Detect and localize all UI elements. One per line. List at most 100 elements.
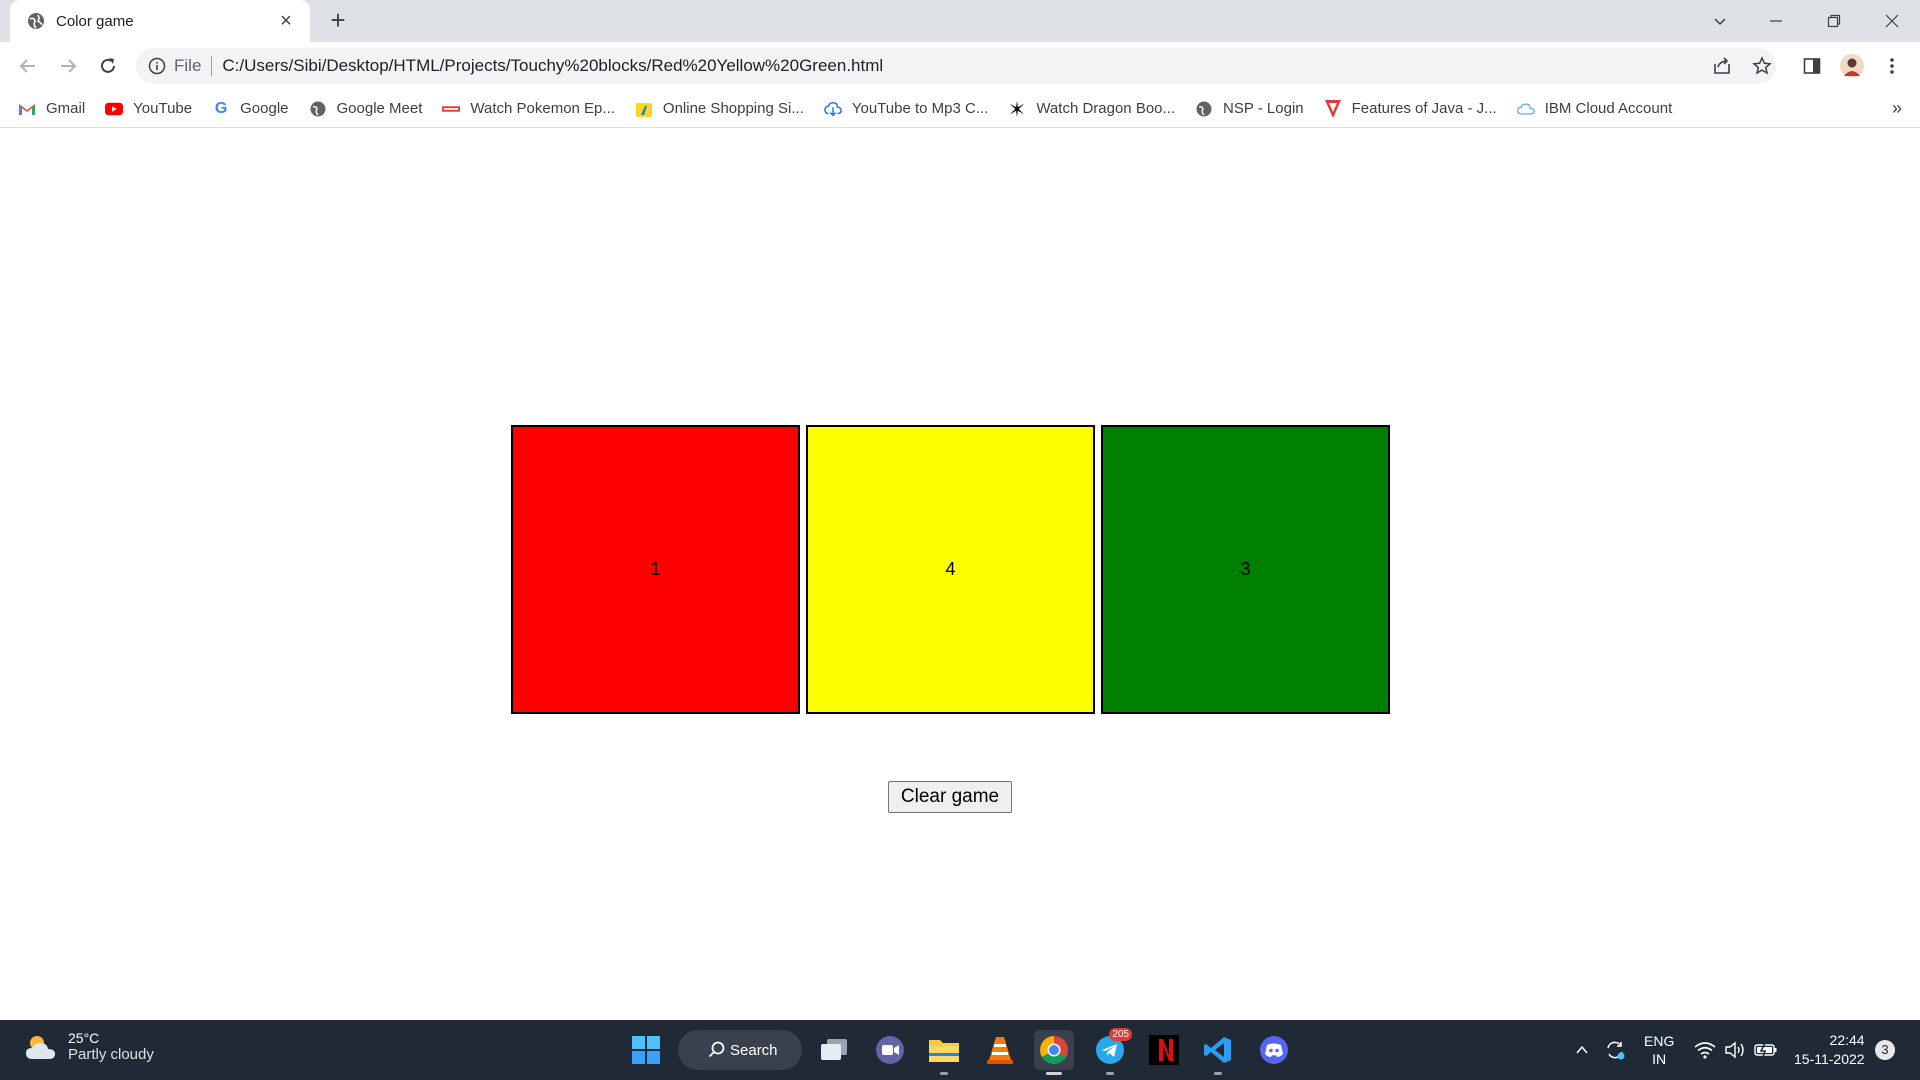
download-icon — [824, 100, 842, 118]
tab-search-button[interactable] — [1692, 0, 1748, 42]
chrome-button[interactable] — [1034, 1030, 1074, 1070]
running-indicator — [1106, 1072, 1114, 1075]
address-url[interactable]: C:/Users/Sibi/Desktop/HTML/Projects/Touc… — [222, 56, 883, 76]
sync-icon — [1607, 1041, 1625, 1060]
side-panel-icon — [1803, 58, 1821, 74]
close-icon — [1885, 14, 1899, 28]
bookmark-features-java[interactable]: Features of Java - J... — [1324, 99, 1497, 118]
network-button[interactable] — [1694, 1020, 1716, 1080]
chrome-icon — [1040, 1036, 1068, 1064]
screen: Color game × + File C:/Users/Sibi/Deskto… — [0, 0, 1920, 1080]
discord-button[interactable] — [1254, 1030, 1294, 1070]
file-explorer-button[interactable] — [924, 1030, 964, 1070]
sync-button[interactable] — [1604, 1020, 1626, 1080]
clock[interactable]: 22:44 15-11-2022 — [1794, 1020, 1865, 1080]
bookmark-label: Features of Java - J... — [1351, 100, 1497, 117]
running-indicator — [1214, 1072, 1222, 1075]
bookmarks-bar: Gmail YouTube G Google Google Meet Watch… — [0, 90, 1920, 128]
notifications-button[interactable]: 3 — [1875, 1020, 1895, 1080]
bookmark-youtube[interactable]: YouTube — [105, 100, 192, 118]
partly-cloudy-icon — [26, 1035, 55, 1059]
discord-icon — [1260, 1036, 1288, 1064]
browser-toolbar: File C:/Users/Sibi/Desktop/HTML/Projects… — [0, 42, 1920, 90]
netflix-button[interactable] — [1144, 1030, 1184, 1070]
green-block[interactable]: 3 — [1101, 425, 1390, 714]
vlc-button[interactable] — [980, 1030, 1020, 1070]
bookmark-nsp-login[interactable]: NSP - Login — [1195, 100, 1304, 118]
vscode-icon — [1204, 1037, 1231, 1063]
bookmark-label: Google — [240, 100, 289, 117]
weather-condition: Partly cloudy — [68, 1046, 154, 1063]
minimize-button[interactable] — [1748, 0, 1804, 42]
red-block[interactable]: 1 — [511, 425, 800, 714]
back-arrow-icon — [19, 59, 35, 73]
forward-arrow-icon — [61, 59, 77, 73]
bookmark-star-button[interactable] — [1748, 52, 1776, 80]
youtube-icon — [105, 100, 124, 118]
back-button[interactable] — [14, 52, 42, 80]
bookmark-label: Watch Pokemon Ep... — [470, 100, 615, 117]
bookmark-label: Google Meet — [336, 100, 423, 117]
bookmark-watch-pokemon[interactable]: Watch Pokemon Ep... — [442, 100, 615, 118]
volume-button[interactable] — [1724, 1020, 1746, 1080]
bookmark-google-meet[interactable]: Google Meet — [309, 100, 423, 118]
block-count: 1 — [650, 559, 661, 579]
task-view-icon — [821, 1039, 847, 1060]
star-icon — [1008, 100, 1026, 118]
bookmark-watch-dragon[interactable]: Watch Dragon Boo... — [1008, 100, 1175, 118]
running-indicator — [940, 1072, 948, 1075]
info-icon[interactable] — [148, 57, 166, 75]
google-icon: G — [214, 99, 228, 117]
teams-chat-button[interactable] — [870, 1030, 910, 1070]
bookmark-label: Online Shopping Si... — [662, 100, 804, 117]
bookmark-gmail[interactable]: Gmail — [18, 100, 85, 118]
task-view-button[interactable] — [814, 1030, 854, 1070]
yellow-block[interactable]: 4 — [806, 425, 1095, 714]
cloud-icon — [1516, 100, 1535, 118]
avatar — [1840, 54, 1864, 78]
weather-widget[interactable]: 25°C Partly cloudy — [24, 1030, 154, 1063]
bookmark-label: Watch Dragon Boo... — [1036, 100, 1176, 117]
start-button[interactable] — [626, 1030, 666, 1070]
bookmarks-overflow-button[interactable]: » — [1892, 98, 1902, 119]
bookmark-ibm-cloud[interactable]: IBM Cloud Account — [1516, 100, 1672, 118]
share-icon — [1714, 57, 1730, 74]
side-panel-button[interactable] — [1798, 52, 1826, 80]
minimize-icon — [1770, 20, 1782, 22]
reload-button[interactable] — [94, 52, 122, 80]
video-chat-icon — [876, 1036, 904, 1064]
address-scheme: File — [174, 56, 213, 76]
notification-badge: 3 — [1875, 1040, 1895, 1060]
language-indicator[interactable]: ENG IN — [1644, 1020, 1674, 1080]
new-tab-button[interactable]: + — [326, 7, 350, 33]
clock-date: 15-11-2022 — [1794, 1051, 1865, 1067]
battery-button[interactable] — [1754, 1020, 1778, 1080]
share-button[interactable] — [1708, 52, 1736, 80]
bookmark-youtube-mp3[interactable]: YouTube to Mp3 C... — [824, 100, 988, 118]
tab-color-game[interactable]: Color game × — [10, 0, 310, 42]
close-window-button[interactable] — [1864, 0, 1920, 42]
restore-button[interactable] — [1806, 0, 1862, 42]
chevron-up-icon — [1576, 1045, 1588, 1054]
site-icon — [442, 100, 461, 118]
clear-game-button[interactable]: Clear game — [888, 781, 1012, 813]
vscode-button[interactable] — [1198, 1030, 1238, 1070]
more-vertical-icon — [1890, 58, 1894, 74]
telegram-button[interactable]: 205 — [1090, 1028, 1132, 1070]
close-tab-icon[interactable]: × — [276, 11, 296, 31]
forward-button[interactable] — [54, 52, 82, 80]
show-hidden-icons-button[interactable] — [1574, 1020, 1590, 1080]
star-outline-icon — [1752, 56, 1772, 75]
bookmark-online-shopping[interactable]: Online Shopping Si... — [635, 100, 804, 118]
profile-button[interactable] — [1838, 52, 1866, 80]
vlc-icon — [987, 1037, 1013, 1064]
taskbar-search[interactable]: Search — [678, 1030, 802, 1070]
bookmark-google[interactable]: G Google — [212, 99, 289, 118]
reload-icon — [101, 58, 115, 73]
search-icon — [708, 1041, 725, 1058]
tab-strip: Color game × + — [0, 0, 1920, 42]
windows-icon — [632, 1036, 660, 1064]
gmail-icon — [18, 100, 36, 118]
menu-button[interactable] — [1878, 52, 1906, 80]
address-bar[interactable]: File C:/Users/Sibi/Desktop/HTML/Projects… — [136, 48, 1776, 84]
